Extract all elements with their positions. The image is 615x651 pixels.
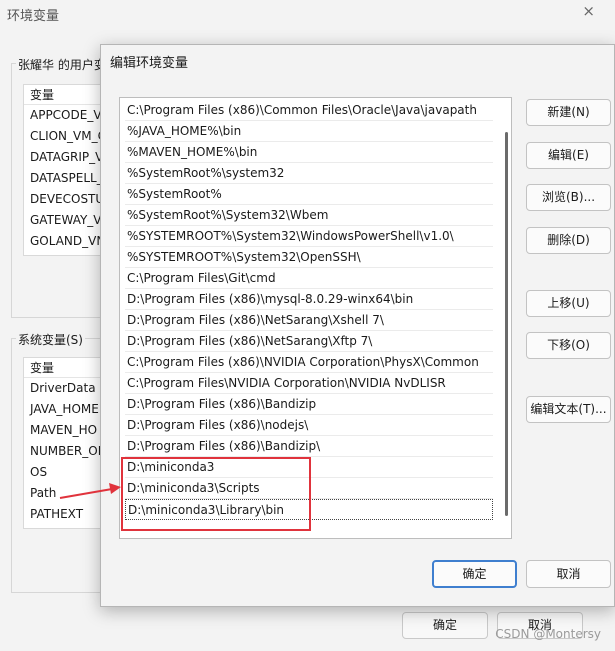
close-icon[interactable]: × (582, 2, 595, 20)
highlight-box (121, 457, 311, 531)
path-entry[interactable]: C:\Program Files (x86)\Common Files\Orac… (125, 100, 493, 121)
path-entry[interactable]: D:\Program Files (x86)\mysql-8.0.29-winx… (125, 289, 493, 310)
dialog-cancel-button[interactable]: 取消 (526, 560, 611, 588)
dialog-ok-button[interactable]: 确定 (432, 560, 517, 588)
path-entry[interactable]: D:\Program Files (x86)\NetSarang\Xshell … (125, 310, 493, 331)
path-entry[interactable]: D:\Program Files (x86)\NetSarang\Xftp 7\ (125, 331, 493, 352)
path-entry[interactable]: D:\Program Files (x86)\Bandizip\ (125, 436, 493, 457)
path-entry[interactable]: %SystemRoot% (125, 184, 493, 205)
path-entry[interactable]: %MAVEN_HOME%\bin (125, 142, 493, 163)
path-entry[interactable]: %JAVA_HOME%\bin (125, 121, 493, 142)
path-entry[interactable]: %SystemRoot%\System32\Wbem (125, 205, 493, 226)
path-entry[interactable]: %SystemRoot%\system32 (125, 163, 493, 184)
path-entry[interactable]: C:\Program Files\NVIDIA Corporation\NVID… (125, 373, 493, 394)
path-entry[interactable]: C:\Program Files (x86)\NVIDIA Corporatio… (125, 352, 493, 373)
path-entry[interactable]: %SYSTEMROOT%\System32\OpenSSH\ (125, 247, 493, 268)
window-title: 环境变量 (7, 9, 60, 24)
path-entry[interactable]: D:\Program Files (x86)\Bandizip (125, 394, 493, 415)
env-ok-button[interactable]: 确定 (402, 612, 488, 639)
move-up-button[interactable]: 上移(U) (526, 290, 611, 317)
edit-text-button[interactable]: 编辑文本(T)... (526, 396, 611, 423)
system-variables-label: 系统变量(S) (16, 331, 85, 348)
edit-button[interactable]: 编辑(E) (526, 142, 611, 169)
path-entry[interactable]: C:\Program Files\Git\cmd (125, 268, 493, 289)
path-entry[interactable]: %SYSTEMROOT%\System32\WindowsPowerShell\… (125, 226, 493, 247)
dialog-title: 编辑环境变量 (110, 56, 189, 71)
delete-button[interactable]: 删除(D) (526, 227, 611, 254)
new-button[interactable]: 新建(N) (526, 99, 611, 126)
scrollbar[interactable] (505, 132, 508, 516)
move-down-button[interactable]: 下移(O) (526, 332, 611, 359)
watermark: CSDN @Montersy (495, 627, 601, 641)
browse-button[interactable]: 浏览(B)... (526, 184, 611, 211)
user-variables-label: 张耀华 的用户变 (16, 56, 108, 73)
path-entry[interactable]: D:\Program Files (x86)\nodejs\ (125, 415, 493, 436)
